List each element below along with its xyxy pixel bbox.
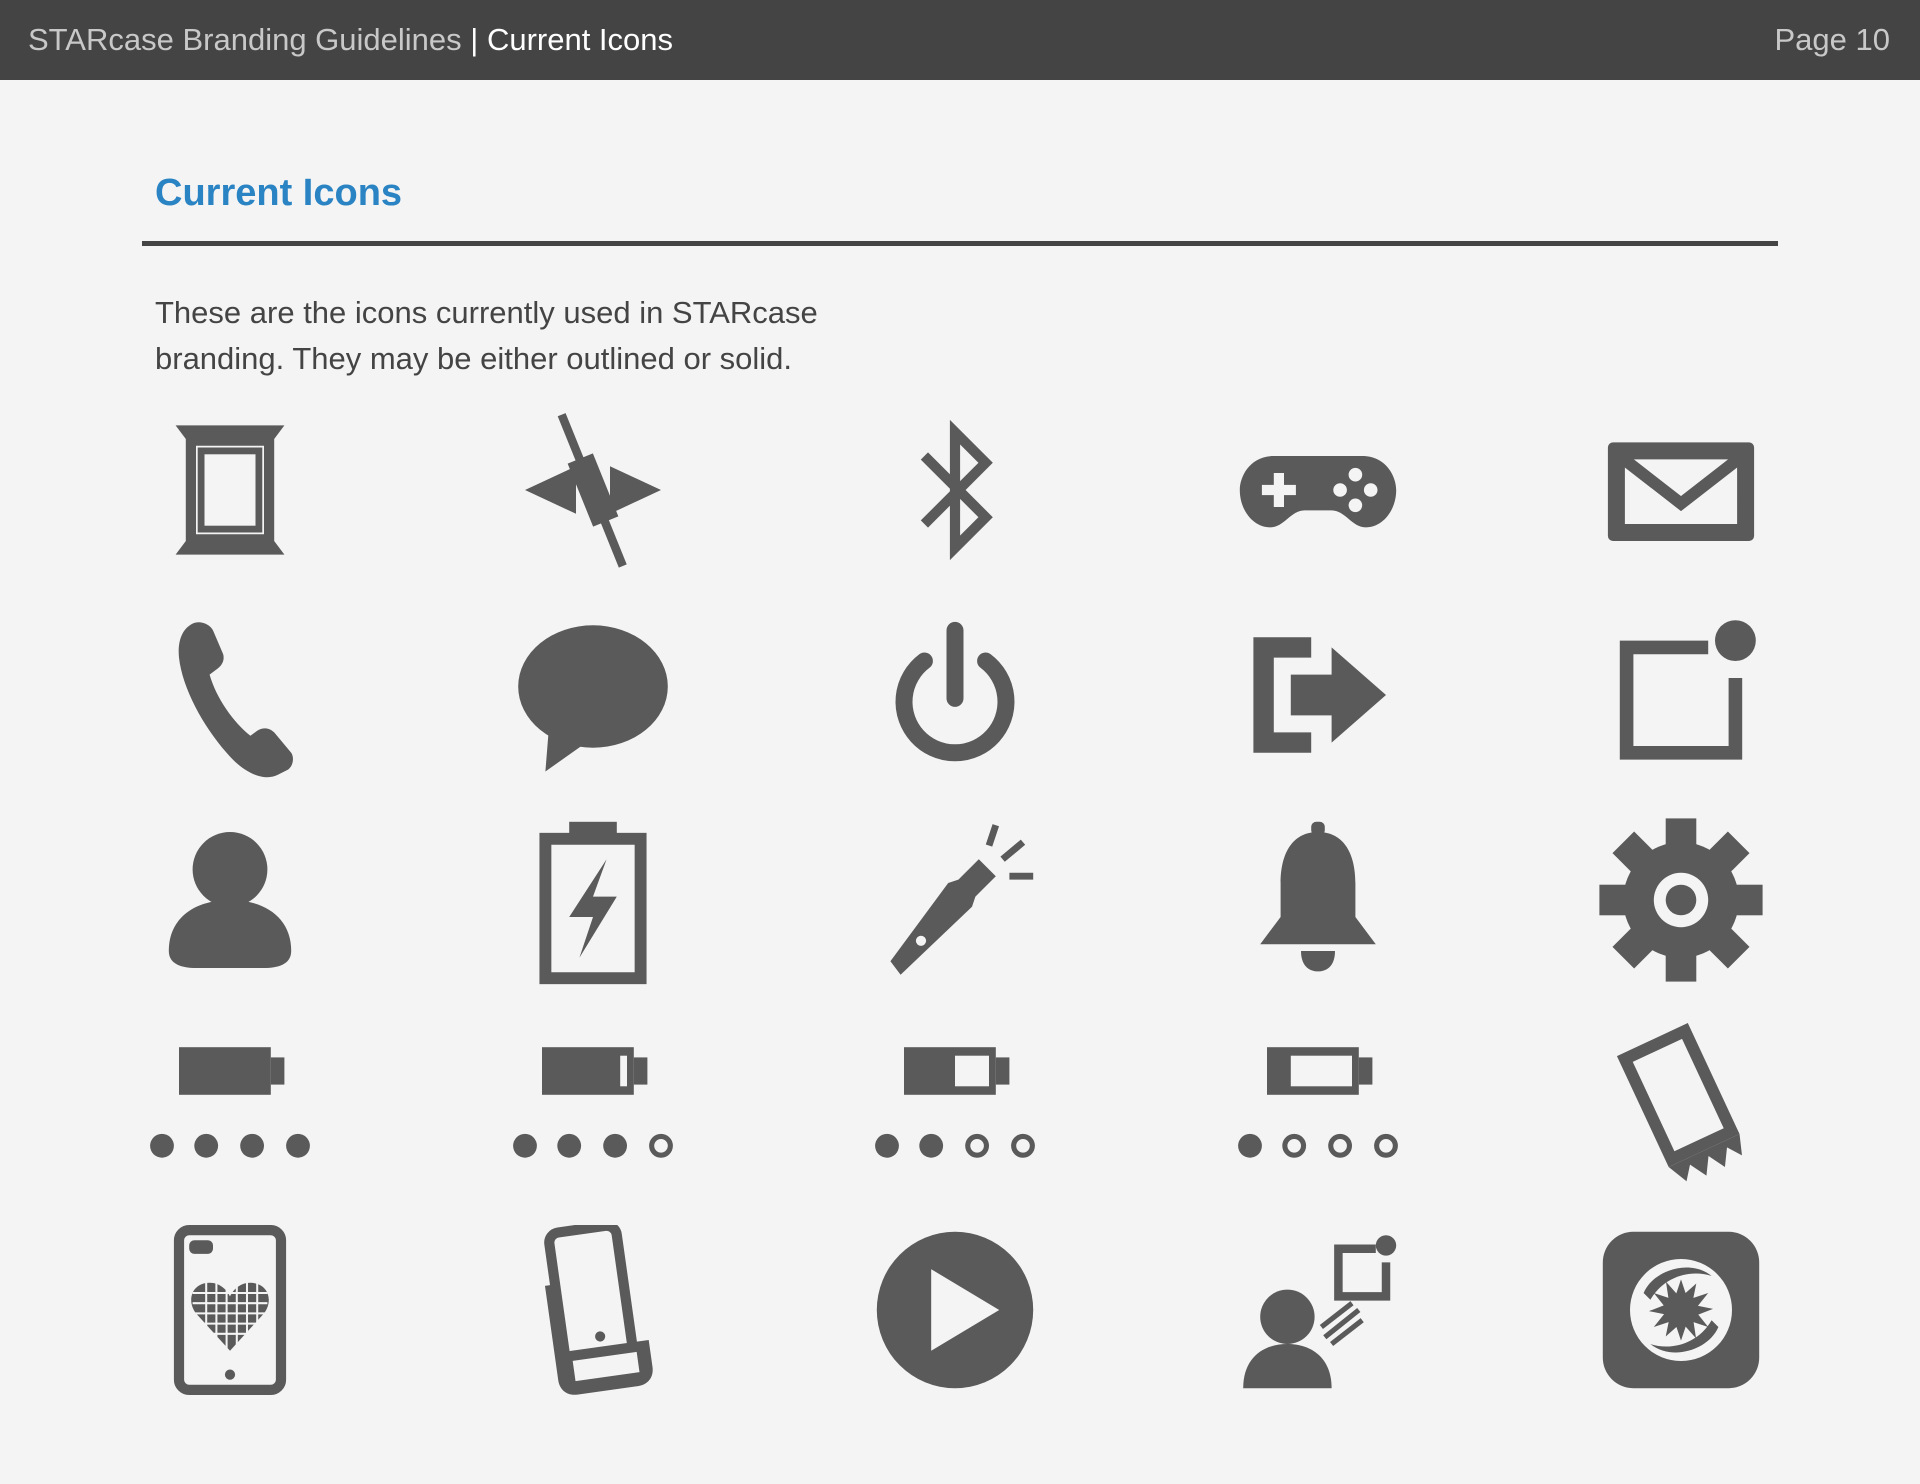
power-icon (870, 610, 1040, 780)
phone-icon (145, 610, 315, 780)
battery-50-2-dots-icon (870, 1020, 1040, 1190)
gamepad-icon (1233, 405, 1403, 575)
notification-square-icon (1596, 610, 1766, 780)
mail-icon (1596, 405, 1766, 575)
battery-charging-icon (508, 815, 678, 985)
user-share-icon (1233, 1225, 1403, 1395)
gear-icon (1596, 815, 1766, 985)
user-icon (145, 815, 315, 985)
vibrate-off-icon (508, 405, 678, 575)
screen-frame-icon (145, 405, 315, 575)
tilted-phone-icon (1596, 1020, 1766, 1190)
starcase-app-logo-icon (1596, 1225, 1766, 1395)
phone-case-slide-icon (508, 1225, 678, 1395)
bell-icon (1233, 815, 1403, 985)
phone-case-heart-icon (145, 1225, 315, 1395)
battery-25-1-dot-icon (1233, 1020, 1403, 1190)
flashlight-icon (870, 815, 1040, 985)
battery-75-3-dots-icon (508, 1020, 678, 1190)
play-icon (870, 1225, 1040, 1395)
icon-grid (0, 0, 1920, 1484)
logout-arrow-icon (1233, 610, 1403, 780)
chat-bubble-icon (508, 610, 678, 780)
battery-full-4-dots-icon (145, 1020, 315, 1190)
bluetooth-icon (870, 405, 1040, 575)
